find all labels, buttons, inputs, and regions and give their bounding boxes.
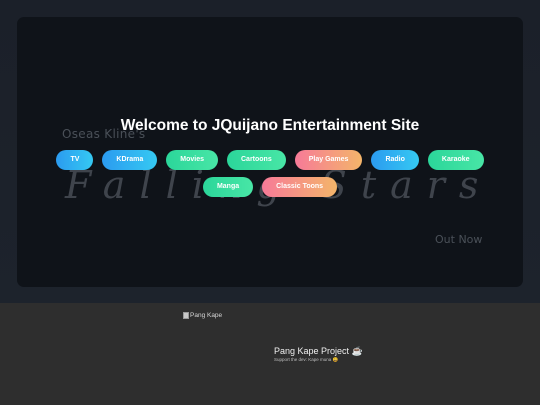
hero-banner: Oseas Kline's Falling Stars Out Now Welc… bbox=[17, 17, 523, 287]
nav-row-secondary: Manga Classic Toons bbox=[17, 177, 523, 197]
nav-row-primary: TV KDrama Movies Cartoons Play Games Rad… bbox=[17, 150, 523, 170]
nav-karaoke-button[interactable]: Karaoke bbox=[427, 150, 484, 170]
logo-alt-text: Pang Kape bbox=[190, 312, 223, 319]
project-title: Pang Kape Project ☕ bbox=[274, 346, 363, 356]
nav-play-games-button[interactable]: Play Games bbox=[294, 150, 363, 170]
nav-radio-button[interactable]: Radio bbox=[371, 150, 419, 170]
project-subtitle: Support the dev: Kape muna 😀 bbox=[274, 357, 339, 362]
nav-manga-button[interactable]: Manga bbox=[202, 177, 254, 197]
nav-cartoons-button[interactable]: Cartoons bbox=[227, 150, 286, 170]
welcome-title: Welcome to JQuijano Entertainment Site bbox=[120, 117, 420, 134]
broken-image-icon bbox=[183, 312, 189, 319]
album-subtitle-text: Out Now bbox=[435, 233, 483, 246]
nav-tv-button[interactable]: TV bbox=[56, 150, 94, 170]
nav-kdrama-button[interactable]: KDrama bbox=[102, 150, 158, 170]
pang-kape-logo[interactable]: Pang Kape bbox=[183, 312, 222, 319]
nav-movies-button[interactable]: Movies bbox=[166, 150, 218, 170]
nav-classic-toons-button[interactable]: Classic Toons bbox=[262, 177, 338, 197]
footer: Pang Kape Pang Kape Project ☕ Support th… bbox=[0, 303, 540, 405]
